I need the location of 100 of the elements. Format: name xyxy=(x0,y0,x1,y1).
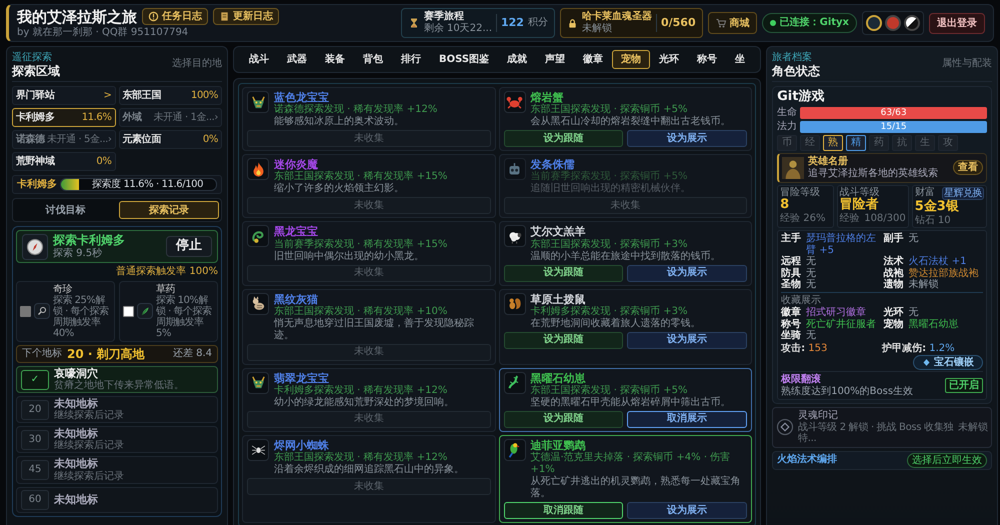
checkbox[interactable] xyxy=(123,306,134,317)
shop-button[interactable]: 商城 xyxy=(708,12,757,34)
landmark-name: 未知地标 xyxy=(54,494,98,506)
region-item[interactable]: 诺森德 未开通 · 5金...› xyxy=(12,130,116,150)
slot-label: 宠物 xyxy=(884,318,905,330)
view-button[interactable]: 查看 xyxy=(953,160,984,176)
follow-button[interactable]: 设为跟随 xyxy=(504,332,624,349)
next-landmark-label: 下个地标 xyxy=(22,348,62,360)
follow-button[interactable]: 设为跟随 xyxy=(504,264,624,282)
theme-swatch[interactable] xyxy=(885,15,901,31)
tab[interactable]: 战斗 xyxy=(240,50,278,69)
region-item[interactable]: 外域 未开通 · 1金...› xyxy=(118,108,222,128)
tab[interactable]: 排行 xyxy=(392,50,430,69)
pet-source: 当前赛季探索发现 · 稀有发现率 +15% xyxy=(274,238,448,250)
follow-button[interactable]: 取消跟随 xyxy=(504,502,624,520)
logout-button[interactable]: 退出登录 xyxy=(929,12,985,34)
region-item[interactable]: 东部王国 100% xyxy=(118,86,222,106)
showcase-button[interactable]: 设为展示 xyxy=(627,502,748,520)
lock-icon xyxy=(566,18,578,28)
skill-description: 熟练度达到100%的Boss生效 xyxy=(781,386,914,398)
tab[interactable]: 装备 xyxy=(316,50,354,69)
tab[interactable]: 背包 xyxy=(354,50,392,69)
tab[interactable]: 徽章 xyxy=(574,50,612,69)
update-log-button[interactable]: 更新日志 xyxy=(213,8,279,25)
pet-name: 艾尔文羔羊 xyxy=(530,225,587,238)
slot-label: 远程 xyxy=(781,256,802,268)
bar-value: 63/63 xyxy=(880,106,908,119)
pet-description: 旧世回响中偶尔出现的幼小黑龙。 xyxy=(274,250,425,263)
buff-slot: 生 xyxy=(915,134,936,151)
tab[interactable]: BOSS图鉴 xyxy=(430,50,498,69)
buff-slot: 经 xyxy=(800,134,820,151)
slot-label: 主手 xyxy=(781,233,802,245)
pet-description: 追随旧世回响出现的精密机械伙伴。 xyxy=(530,183,691,196)
region-item[interactable]: 界门驿站 > xyxy=(12,86,116,106)
health-label: 生命 xyxy=(777,106,798,119)
remaining-distance: 还差 8.4 xyxy=(172,348,212,360)
showcase-button[interactable]: 取消展示 xyxy=(627,410,748,428)
slot-item: 死亡矿井征服者 xyxy=(806,318,878,330)
pet-source: 当前赛季探索发现 · 探索铜币 +5% xyxy=(530,171,688,182)
pet-name: 蓝色龙宝宝 xyxy=(274,91,330,104)
region-item[interactable]: 荒野神域 0% xyxy=(12,152,116,172)
option-title: 草药 xyxy=(156,284,176,295)
tab[interactable]: 宠物 xyxy=(612,50,650,69)
section-eyebrow: 遥征探索 xyxy=(12,52,53,64)
landmark-name: 未知地标 xyxy=(54,428,98,440)
season-remaining: 剩余 10天22... xyxy=(424,23,492,35)
slot-item: 无 xyxy=(806,330,818,342)
pet-name: 翡翠龙宝宝 xyxy=(274,372,329,385)
cart-icon xyxy=(714,17,727,29)
pet-source: 卡利姆多探索发现 · 探索铜币 +3% xyxy=(530,306,688,318)
landmark-marker: 60 xyxy=(21,490,49,510)
slot-label: 战袍 xyxy=(884,268,905,279)
pet-description: 悄无声息地穿过旧王国废墟，善于发现隐秘踪迹。 xyxy=(274,318,475,342)
slot-item: 赞达拉部族战袍 xyxy=(908,268,980,279)
pet-name: 草原土拨鼠 xyxy=(530,292,586,306)
pet-source: 诺森德探索发现 · 稀有发现率 +12% xyxy=(274,104,438,116)
showcase-button[interactable]: 设为展示 xyxy=(627,130,748,148)
buff-slot: 熟 xyxy=(823,134,844,151)
artifact-title: 哈卡莱血魂圣器 xyxy=(582,11,652,22)
theme-swatch[interactable] xyxy=(866,15,882,31)
follow-button[interactable]: 设为跟随 xyxy=(504,130,624,148)
progress-region: 卡利姆多 xyxy=(17,178,57,191)
slot-item: 无 xyxy=(806,279,818,291)
magnifier-icon xyxy=(36,305,48,318)
region-item[interactable]: 元素位面 0% xyxy=(118,130,222,150)
sub-tab[interactable]: 探索记录 xyxy=(118,201,219,220)
slot-item: 无 xyxy=(908,307,920,319)
option-description: 探索 25%解锁 · 每个探索周期触发率 40% xyxy=(53,294,110,339)
tab[interactable]: 称号 xyxy=(688,50,726,69)
gem-socket-button[interactable]: 宝石镶嵌 xyxy=(913,355,984,370)
tab[interactable]: 坐 xyxy=(726,50,754,69)
exchange-button[interactable]: 星辉兑换 xyxy=(942,186,984,200)
figure-icon xyxy=(782,156,804,179)
sub-tab[interactable]: 讨伐目标 xyxy=(15,201,116,220)
tab[interactable]: 声望 xyxy=(536,50,574,69)
theme-swatch[interactable] xyxy=(904,15,920,31)
pet-name: 发条侏儒 xyxy=(530,158,575,172)
armor-label: 护甲减伤: xyxy=(882,342,926,354)
pet-description: 坚硬的黑曜石甲壳能从熔岩碎屑中筛出古币。 xyxy=(530,396,731,409)
region-item[interactable]: 卡利姆多 11.6% xyxy=(12,108,116,128)
pet-description: 从死亡矿井逃出的机灵鹦鹉，熟悉每一处藏宝角落。 xyxy=(530,476,742,500)
showcase-button[interactable]: 设为展示 xyxy=(627,264,748,282)
quest-log-button[interactable]: 任务日志 xyxy=(142,8,208,25)
pet-description: 会从黑石山冷却的熔岩裂缝中翻出古老钱币。 xyxy=(530,116,731,128)
mana-label: 法力 xyxy=(777,120,798,133)
buff-slot: 币 xyxy=(777,134,798,151)
slot-item: 无 xyxy=(806,268,818,279)
option-description: 探索 10%解锁 · 每个探索周期触发率 5% xyxy=(156,294,213,339)
progress-label: 探索度 11.6% · 11.6/100 xyxy=(90,178,204,191)
note-icon xyxy=(219,11,230,22)
tab[interactable]: 成就 xyxy=(498,50,536,69)
follow-button[interactable]: 设为跟随 xyxy=(504,410,624,428)
slot-item: 瑟玛普拉格的左臂 +5 xyxy=(806,233,878,256)
slot-item: 未解锁 xyxy=(908,279,940,291)
apply-button[interactable]: 选择后立即生效 xyxy=(907,452,988,468)
tab[interactable]: 光环 xyxy=(650,50,688,69)
tab[interactable]: 武器 xyxy=(278,50,316,69)
stop-button[interactable]: 停止 xyxy=(166,236,212,257)
app-title: 我的艾泽拉斯之旅 xyxy=(17,8,137,26)
showcase-button[interactable]: 设为展示 xyxy=(627,332,748,349)
